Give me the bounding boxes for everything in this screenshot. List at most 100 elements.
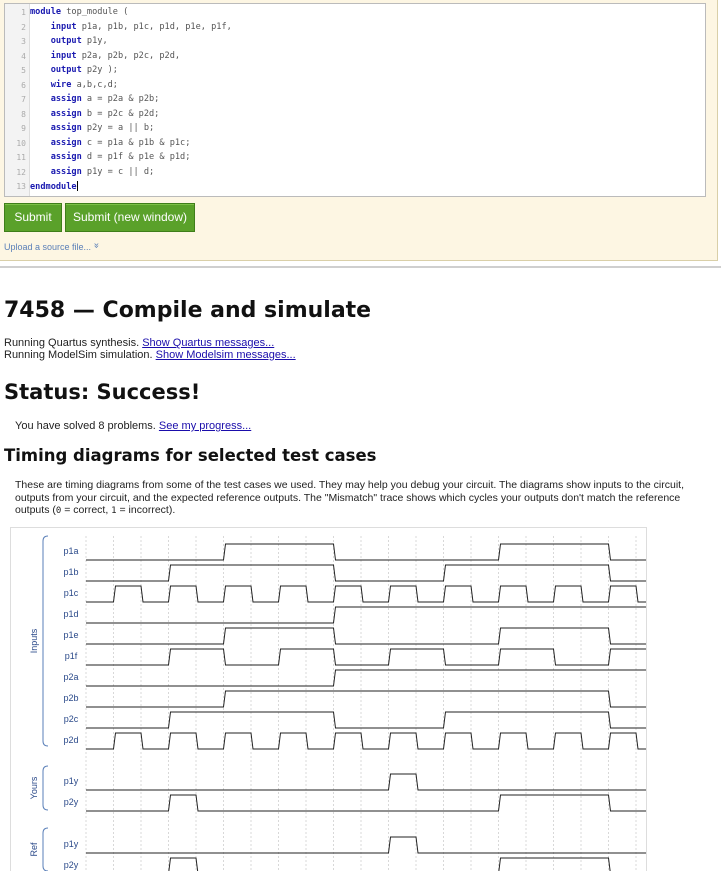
code-keyword: assign (30, 137, 82, 148)
signal-label: p1y (64, 839, 79, 849)
line-number: 6 (21, 80, 26, 90)
submit-new-window-button[interactable]: Submit (new window) (65, 203, 195, 232)
page-title: 7458 — Compile and simulate (4, 298, 372, 323)
timing-title: Timing diagrams for selected test cases (4, 446, 377, 465)
signal-label: p1c (64, 588, 79, 598)
signal-label: p1d (63, 609, 78, 619)
signal-label: p2y (64, 797, 79, 807)
section-divider (0, 266, 721, 268)
line-number: 2 (21, 22, 26, 32)
code-keyword: assign (30, 166, 82, 177)
timing-diagram: Inputs Yours Ref p1a p1b p1c p1d p1e p1f p2a p2b p2… (10, 527, 647, 871)
line-number: 1 (21, 8, 26, 17)
code-keyword: module (30, 7, 62, 17)
code-text: p2a, p2b, p2c, p2d, (76, 50, 181, 61)
show-quartus-link[interactable]: Show Quartus messages... (142, 337, 274, 349)
status-heading: Status: Success! (4, 380, 201, 404)
code-keyword: assign (30, 152, 82, 162)
signal-label: p1b (63, 567, 78, 577)
waveform-svg: Inputs Yours Ref p1a p1b p1c p1d p1e p1f p2a p2b p2… (29, 535, 646, 871)
signal-label: p2d (63, 735, 78, 745)
waveform-p2y (86, 794, 646, 812)
line-number: 9 (21, 124, 26, 133)
signal-label: p1a (63, 546, 78, 556)
progress-link[interactable]: See my progress... (159, 420, 251, 432)
signal-label: p1e (63, 630, 78, 640)
code-keyword: input (30, 21, 77, 32)
code-line: assign c = p1a & p1b & p1c; (30, 137, 191, 148)
waveform-p2b (86, 690, 646, 708)
code-line: output p1y, (30, 36, 108, 46)
signal-label: p2a (63, 672, 78, 682)
group-bracket (42, 535, 49, 747)
code-line: input p1a, p1b, p1c, p1d, p1e, p1f, (30, 22, 232, 32)
waveform-p2d (86, 732, 646, 750)
group-label: Ref (29, 842, 39, 857)
waveform-p2y (168, 857, 611, 871)
code-keyword: wire (30, 79, 72, 90)
code-editor[interactable]: 1 2 3 4 5 6 7 8 9 10 11 12 13 module top_module ( in… (4, 3, 706, 197)
code-keyword: assign (30, 94, 82, 104)
line-number: 13 (16, 182, 26, 191)
desc-part-3: = incorrect). (116, 504, 176, 516)
show-modelsim-link[interactable]: Show Modelsim messages... (156, 349, 296, 361)
code-text: p1y = c || d; (81, 166, 155, 177)
code-text: p1y, (81, 36, 108, 46)
waveform-p1d (86, 606, 646, 624)
code-line: assign a = p2a & p2b; (30, 94, 160, 104)
modelsim-message: Running ModelSim simulation. Show Models… (4, 349, 296, 361)
signal-label: p2y (64, 860, 79, 870)
chevron-down-icon[interactable]: » (91, 242, 102, 248)
code-panel: 1 2 3 4 5 6 7 8 9 10 11 12 13 module top_module ( in… (0, 0, 718, 261)
group-bracket (42, 765, 49, 811)
solved-message: You have solved 8 problems. See my progr… (15, 420, 251, 432)
quartus-text: Running Quartus synthesis. (4, 337, 143, 349)
code-text: b = p2c & p2d; (81, 108, 160, 119)
code-keyword: output (30, 65, 82, 75)
line-number: 3 (21, 37, 26, 46)
waveform-p1a (86, 543, 646, 561)
waveform-p1f (86, 648, 646, 666)
waveform-p1y (86, 836, 646, 854)
modelsim-text: Running ModelSim simulation. (4, 349, 156, 361)
waveform-p1c (86, 585, 646, 603)
code-keyword: assign (30, 123, 82, 133)
code-text: p2y = a || b; (81, 123, 155, 133)
signal-label: p2c (64, 714, 79, 724)
waveform-p1b (86, 564, 646, 582)
code-line: assign d = p1f & p1e & p1d; (30, 152, 191, 162)
code-keyword: output (30, 36, 82, 46)
line-number: 11 (16, 153, 26, 162)
code-text: c = p1a & p1b & p1c; (81, 137, 191, 148)
submit-button[interactable]: Submit (4, 203, 62, 232)
code-text: p1a, p1b, p1c, p1d, p1e, p1f, (76, 21, 232, 32)
upload-source-link[interactable]: Upload a source file... (4, 242, 91, 252)
code-text: d = p1f & p1e & p1d; (81, 152, 191, 162)
desc-part-2: = correct, (61, 504, 112, 516)
waveform-p1e (86, 627, 646, 645)
text-cursor (76, 181, 78, 191)
code-line: input p2a, p2b, p2c, p2d, (30, 51, 180, 61)
code-line: assign b = p2c & p2d; (30, 108, 160, 119)
waveform-p2a (86, 669, 646, 687)
line-number: 12 (16, 167, 26, 177)
quartus-message: Running Quartus synthesis. Show Quartus … (4, 337, 274, 349)
code-text: a,b,c,d; (71, 79, 118, 90)
code-text: p2y ); (81, 65, 118, 75)
line-number: 4 (21, 51, 26, 61)
code-line: assign p2y = a || b; (30, 123, 155, 133)
signal-label: p1y (64, 776, 79, 786)
signal-label: p1f (65, 651, 78, 661)
code-line: endmodule (30, 181, 78, 192)
code-keyword: input (30, 50, 77, 61)
code-text: a = p2a & p2b; (81, 94, 160, 104)
line-number: 5 (21, 66, 26, 75)
solved-text: You have solved 8 problems. (15, 420, 159, 432)
group-label: Yours (29, 776, 39, 799)
code-text: top_module ( (61, 7, 129, 17)
code-keyword: assign (30, 108, 82, 119)
waveform-p2c (86, 711, 646, 729)
code-line: module top_module ( (30, 7, 128, 17)
timing-description: These are timing diagrams from some of t… (15, 479, 715, 518)
code-keyword: endmodule (30, 182, 77, 192)
